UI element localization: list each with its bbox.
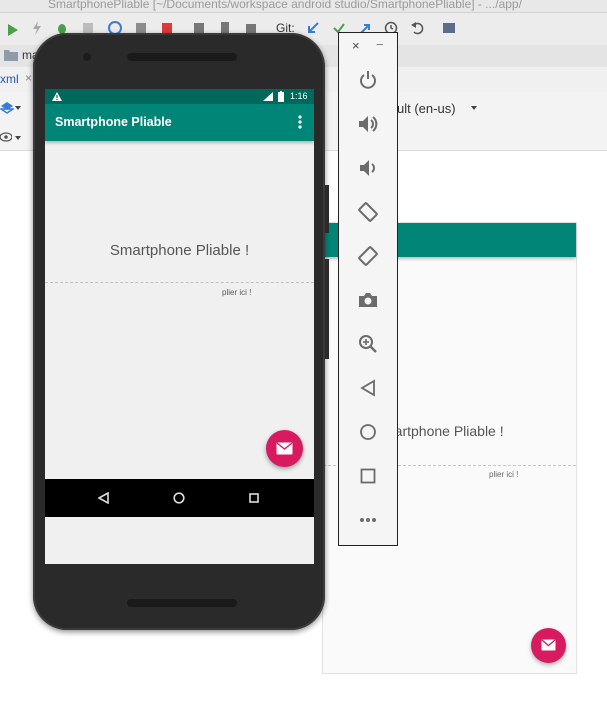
warning-icon bbox=[52, 92, 62, 101]
emulator-device: 1:16 Smartphone Pliable Smartphone Pliab… bbox=[33, 33, 329, 630]
screenshot-button[interactable] bbox=[355, 287, 381, 313]
run-icon[interactable] bbox=[6, 23, 20, 37]
nav-back-icon[interactable] bbox=[98, 492, 109, 504]
emulator-close-button[interactable]: × bbox=[352, 38, 360, 53]
editor-tab-label[interactable]: xml bbox=[0, 72, 19, 86]
volume-down-button[interactable] bbox=[355, 155, 381, 181]
overflow-menu-icon[interactable] bbox=[298, 114, 302, 130]
nav-overview-icon[interactable] bbox=[249, 493, 259, 503]
preview-hint-label: plier ici ! bbox=[489, 470, 519, 479]
power-button[interactable] bbox=[355, 67, 381, 93]
hint-label: plier ici ! bbox=[222, 288, 252, 297]
folder-icon bbox=[4, 50, 18, 61]
power-icon bbox=[360, 71, 376, 89]
status-bar: 1:16 bbox=[45, 89, 314, 104]
back-button[interactable] bbox=[355, 375, 381, 401]
rotate-right-button[interactable] bbox=[355, 243, 381, 269]
app-bar: Smartphone Pliable bbox=[45, 104, 314, 141]
revert-icon[interactable] bbox=[410, 21, 424, 35]
git-update-icon[interactable] bbox=[306, 21, 320, 35]
more-button[interactable] bbox=[355, 507, 381, 533]
eye-icon[interactable] bbox=[0, 132, 12, 142]
overview-button[interactable] bbox=[355, 463, 381, 489]
locale-selector[interactable]: ult (en-us) bbox=[397, 101, 456, 116]
project-structure-icon[interactable] bbox=[442, 21, 456, 35]
power-side-button bbox=[325, 185, 329, 233]
zoom-button[interactable] bbox=[355, 331, 381, 357]
center-label: Smartphone Pliable ! bbox=[109, 242, 250, 259]
apply-changes-icon[interactable] bbox=[30, 21, 44, 35]
front-camera bbox=[83, 53, 91, 61]
nav-home-icon[interactable] bbox=[173, 492, 185, 504]
locale-chevron-icon[interactable] bbox=[471, 106, 477, 110]
signal-icon bbox=[263, 92, 273, 101]
close-tab-icon[interactable]: × bbox=[25, 71, 32, 85]
emulator-toolbar-header: × − bbox=[339, 33, 397, 57]
emulator-minimize-button[interactable]: − bbox=[376, 37, 384, 52]
volume-down-icon bbox=[360, 160, 375, 176]
emulator-toolbar: × − bbox=[338, 32, 398, 546]
rotate-left-button[interactable] bbox=[355, 199, 381, 225]
mail-icon bbox=[276, 442, 293, 455]
ide-window-title: SmartphonePliable [~/Documents/workspace… bbox=[48, 0, 522, 11]
app-title: Smartphone Pliable bbox=[55, 115, 172, 129]
more-icon bbox=[360, 518, 376, 522]
volume-up-button[interactable] bbox=[355, 111, 381, 137]
preview-center-label: martphone Pliable ! bbox=[383, 423, 504, 439]
camera-icon bbox=[359, 293, 377, 307]
rotate-right-icon bbox=[358, 246, 378, 266]
home-icon bbox=[360, 424, 376, 440]
status-time: 1:16 bbox=[290, 91, 308, 101]
chevron-down-icon[interactable] bbox=[15, 106, 21, 110]
rotate-left-icon bbox=[358, 202, 378, 222]
layers-icon[interactable] bbox=[0, 101, 14, 115]
back-icon bbox=[360, 379, 375, 397]
volume-side-button bbox=[325, 259, 329, 359]
volume-up-icon bbox=[359, 116, 378, 132]
eye-chevron-icon[interactable] bbox=[15, 136, 21, 140]
home-button[interactable] bbox=[355, 419, 381, 445]
battery-icon bbox=[278, 91, 284, 102]
mail-icon bbox=[541, 639, 556, 651]
ide-title-bar: SmartphonePliable [~/Documents/workspace… bbox=[0, 0, 607, 13]
navigation-bar bbox=[45, 479, 314, 517]
top-speaker bbox=[127, 53, 237, 61]
overview-icon bbox=[360, 468, 376, 484]
mail-fab-button[interactable] bbox=[266, 430, 303, 467]
device-screen[interactable]: 1:16 Smartphone Pliable Smartphone Pliab… bbox=[45, 89, 314, 564]
bottom-speaker bbox=[127, 599, 237, 607]
preview-fab bbox=[531, 628, 566, 663]
fold-line bbox=[45, 282, 314, 283]
zoom-icon bbox=[359, 335, 377, 353]
